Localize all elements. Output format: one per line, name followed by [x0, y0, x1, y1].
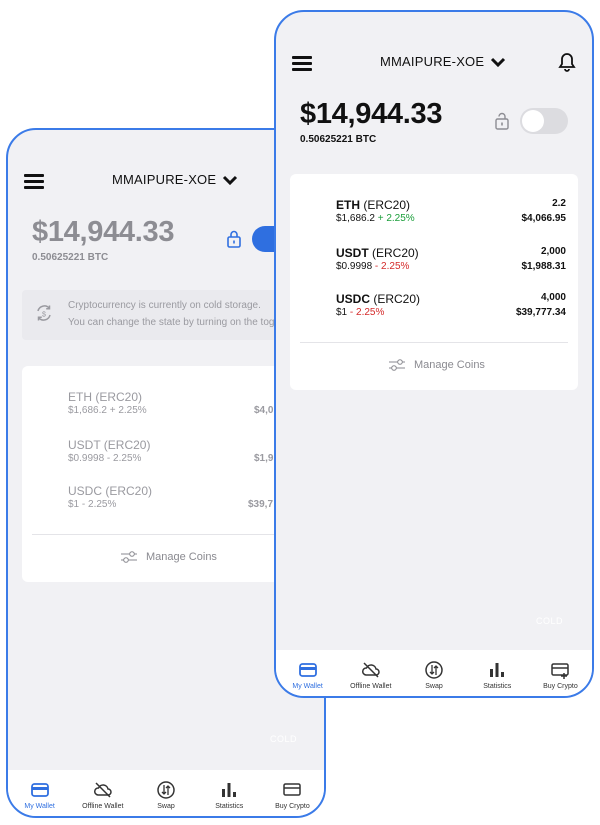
tab-bar: My Wallet Offline Wallet Swap Statistics… [8, 770, 324, 816]
tab-label: Swap [425, 683, 443, 690]
svg-text:$: $ [42, 312, 46, 319]
chevron-down-icon [491, 57, 506, 67]
coin-row-eth[interactable]: ETH (ERC20) $1,686.2 + 2.25% 2.2 $4,066.… [290, 198, 578, 234]
coin-value: $1,9 [254, 453, 274, 464]
cold-label: COLD [536, 616, 564, 626]
tab-bar: My Wallet Offline Wallet Swap Statistics… [276, 650, 592, 696]
coin-name: USDC (ERC20) [68, 484, 153, 498]
unlock-icon [495, 112, 509, 130]
cold-storage-toggle[interactable] [520, 108, 568, 134]
tab-label: Offline Wallet [82, 803, 124, 810]
sliders-icon [389, 359, 405, 371]
coin-quantity: 2,000 [540, 246, 566, 257]
tab-swap[interactable]: Swap [402, 650, 465, 696]
tab-swap[interactable]: Swap [134, 770, 197, 816]
balance-usd: $14,944.33 [32, 216, 175, 248]
coin-name: USDT (ERC20) [336, 246, 419, 260]
balance-btc: 0.50625221 BTC [32, 252, 109, 263]
coin-name: USDC (ERC20) [336, 292, 421, 306]
coins-card: ETH (ERC20) $1,686.2 + 2.25% 2.2 $4,066.… [290, 174, 578, 390]
coin-name: ETH (ERC20) [336, 198, 411, 212]
change-down: - 2.25% [347, 307, 385, 318]
coin-name: USDT (ERC20) [68, 438, 151, 452]
swap-icon [425, 661, 443, 679]
wallet-icon [30, 783, 49, 797]
tab-buy-crypto[interactable]: Buy Crypto [529, 650, 592, 696]
account-selector[interactable]: MMAIPURE-XOE [112, 172, 238, 187]
lock-icon [227, 230, 241, 248]
coin-price: $1,686.2 + 2.25% [68, 405, 147, 416]
manage-coins-label: Manage Coins [146, 551, 217, 563]
swap-icon [157, 781, 175, 799]
app-header: MMAIPURE-XOE [276, 48, 592, 78]
tab-statistics[interactable]: Statistics [466, 650, 529, 696]
tab-label: My Wallet [24, 803, 55, 810]
sync-icon: $ [37, 305, 51, 321]
coin-name: ETH (ERC20) [68, 390, 143, 404]
tab-label: My Wallet [292, 683, 323, 690]
statistics-icon [490, 663, 505, 677]
tab-label: Statistics [215, 803, 244, 810]
coin-value: $39,777.34 [515, 307, 566, 318]
coin-price: $1 - 2.25% [68, 499, 117, 510]
balance-usd: $14,944.33 [300, 98, 443, 130]
coin-price: $0.9998 - 2.25% [336, 261, 410, 272]
account-name: MMAIPURE-XOE [380, 54, 485, 69]
card-add-icon [551, 663, 570, 679]
coin-value: $1,988.31 [521, 261, 567, 272]
notice-line-2: You can change the state by turning on t… [68, 317, 283, 328]
account-selector[interactable]: MMAIPURE-XOE [380, 54, 506, 69]
card-add-icon [283, 783, 302, 796]
coin-quantity: 2.2 [552, 198, 566, 209]
phone-screen-front: MMAIPURE-XOE $14,944.33 0.50625221 BTC E… [274, 10, 594, 698]
cloud-off-icon [93, 782, 112, 798]
cloud-off-icon [361, 662, 380, 678]
change-down: - 2.25% [372, 261, 410, 272]
coin-price: $0.9998 - 2.25% [68, 453, 142, 464]
coin-row-usdc[interactable]: USDC (ERC20) $1 - 2.25% 4,000 $39,777.34 [290, 292, 578, 328]
coin-price: $1,686.2 + 2.25% [336, 213, 415, 224]
tab-label: Buy Crypto [543, 683, 578, 690]
toggle-knob [522, 110, 544, 132]
coin-value: $4,0 [254, 405, 274, 416]
tab-my-wallet[interactable]: My Wallet [276, 650, 339, 696]
chevron-down-icon [223, 175, 238, 185]
menu-icon[interactable] [292, 56, 312, 71]
tab-offline-wallet[interactable]: Offline Wallet [339, 650, 402, 696]
wallet-icon [298, 663, 317, 677]
menu-icon[interactable] [24, 174, 44, 189]
tab-label: Offline Wallet [350, 683, 392, 690]
divider [300, 342, 568, 343]
tab-label: Statistics [483, 683, 512, 690]
coin-quantity: 4,000 [540, 292, 566, 303]
manage-coins-button[interactable]: Manage Coins [120, 550, 217, 564]
tab-my-wallet[interactable]: My Wallet [8, 770, 71, 816]
manage-coins-button[interactable]: Manage Coins [388, 358, 485, 372]
tab-statistics[interactable]: Statistics [198, 770, 261, 816]
cold-label: COLD [270, 734, 298, 744]
bell-icon[interactable] [558, 52, 576, 72]
tab-buy-crypto[interactable]: Buy Crypto [261, 770, 324, 816]
tab-label: Buy Crypto [275, 803, 310, 810]
coin-value: $39,7 [248, 499, 274, 510]
tab-label: Swap [157, 803, 175, 810]
manage-coins-label: Manage Coins [414, 359, 485, 371]
balance-btc: 0.50625221 BTC [300, 134, 377, 145]
coin-row-usdt[interactable]: USDT (ERC20) $0.9998 - 2.25% 2,000 $1,98… [290, 246, 578, 282]
sliders-icon [121, 551, 137, 563]
statistics-icon [222, 783, 237, 797]
tab-offline-wallet[interactable]: Offline Wallet [71, 770, 134, 816]
coin-value: $4,066.95 [521, 213, 567, 224]
notice-line-1: Cryptocurrency is currently on cold stor… [68, 300, 261, 311]
change-up: + 2.25% [374, 213, 415, 224]
coin-price: $1 - 2.25% [336, 307, 385, 318]
account-name: MMAIPURE-XOE [112, 172, 217, 187]
